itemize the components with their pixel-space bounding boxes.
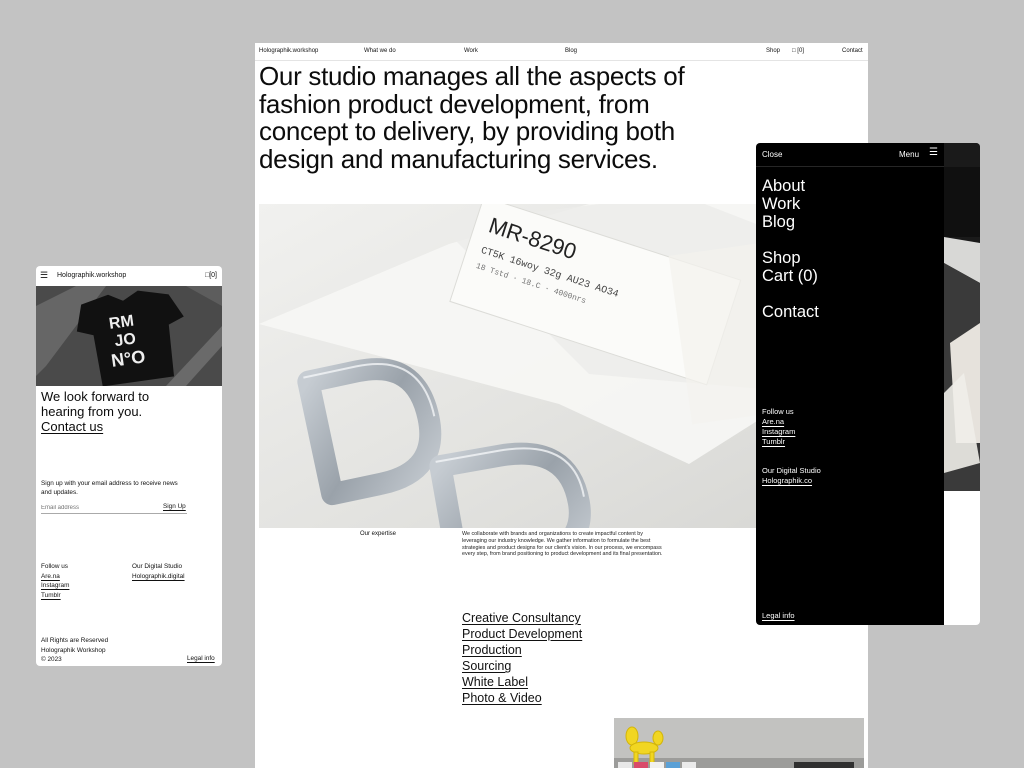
tumblr-link[interactable]: Tumblr bbox=[762, 437, 795, 447]
studio-label: Our Digital Studio bbox=[762, 466, 821, 475]
brand-link[interactable]: Holographik.workshop bbox=[259, 48, 318, 54]
mobile-studio: Our Digital Studio Holographik.digital bbox=[132, 562, 185, 581]
hero-statement: Our studio manages all the aspects of fa… bbox=[259, 61, 685, 174]
nav-what-we-do[interactable]: What we do bbox=[364, 48, 396, 54]
contact-us-link[interactable]: Contact us bbox=[41, 419, 149, 434]
tumblr-link[interactable]: Tumblr bbox=[41, 591, 69, 601]
follow-label: Follow us bbox=[41, 563, 68, 570]
copyright: All Rights are Reserved Holographik Work… bbox=[41, 637, 109, 663]
nav-shop[interactable]: Shop bbox=[766, 48, 780, 54]
legal-info-link[interactable]: Legal info bbox=[762, 611, 795, 621]
newsletter-text: Sign up with your email address to recei… bbox=[41, 480, 178, 496]
mobile-brand[interactable]: Holographik.workshop bbox=[57, 272, 126, 279]
menu-header: Close Menu ☰ bbox=[756, 143, 944, 167]
mobile-cart[interactable]: □[0] bbox=[205, 272, 217, 279]
menu-label: Menu bbox=[899, 150, 920, 159]
mobile-page: ☰ Holographik.workshop □[0] RM JO N°O We… bbox=[36, 266, 222, 666]
svg-text:RM: RM bbox=[108, 313, 135, 333]
service-link-sourcing[interactable]: Sourcing bbox=[462, 658, 582, 674]
follow-label: Follow us bbox=[762, 407, 794, 416]
instagram-link[interactable]: Instagram bbox=[41, 581, 69, 591]
studio-label: Our Digital Studio bbox=[132, 563, 183, 570]
nav-contact[interactable]: Contact bbox=[842, 48, 863, 54]
arena-link[interactable]: Are.na bbox=[41, 572, 69, 582]
hamburger-icon[interactable]: ☰ bbox=[40, 271, 48, 280]
menu-item-work[interactable]: Work bbox=[762, 195, 819, 213]
service-link-photo-video[interactable]: Photo & Video bbox=[462, 690, 582, 706]
menu-links: About Work Blog Shop Cart (0) Contact bbox=[762, 177, 819, 321]
service-link-white-label[interactable]: White Label bbox=[462, 674, 582, 690]
menu-overlay-page: Close Menu ☰ About Work Blog Shop Cart (… bbox=[756, 143, 980, 625]
bag-icon: □ bbox=[792, 48, 796, 54]
close-menu-button[interactable]: Close bbox=[762, 150, 782, 159]
studio-link[interactable]: Holographik.co bbox=[762, 476, 821, 486]
service-link-creative-consultancy[interactable]: Creative Consultancy bbox=[462, 610, 582, 626]
menu-item-contact[interactable]: Contact bbox=[762, 303, 819, 321]
nav-work[interactable]: Work bbox=[464, 48, 478, 54]
menu-item-cart[interactable]: Cart (0) bbox=[762, 267, 819, 285]
menu-item-shop[interactable]: Shop bbox=[762, 249, 819, 267]
background-photo bbox=[944, 143, 980, 491]
product-photo bbox=[614, 718, 864, 768]
legal-info-link[interactable]: Legal info bbox=[187, 655, 215, 662]
arena-link[interactable]: Are.na bbox=[762, 417, 795, 427]
service-link-production[interactable]: Production bbox=[462, 642, 582, 658]
nav-cart[interactable]: □ [0] bbox=[792, 48, 804, 54]
menu-item-about[interactable]: About bbox=[762, 177, 819, 195]
menu-panel: Close Menu ☰ About Work Blog Shop Cart (… bbox=[756, 143, 944, 625]
mobile-follow: Follow us Are.na Instagram Tumblr bbox=[41, 562, 69, 600]
tshirt-photo: RM JO N°O bbox=[36, 286, 222, 386]
service-link-product-development[interactable]: Product Development bbox=[462, 626, 582, 642]
services-list: Creative Consultancy Product Development… bbox=[462, 610, 582, 706]
expertise-label: Our expertise bbox=[360, 531, 397, 537]
menu-studio: Our Digital Studio Holographik.co bbox=[762, 466, 821, 486]
menu-follow: Follow us Are.na Instagram Tumblr bbox=[762, 407, 795, 447]
instagram-link[interactable]: Instagram bbox=[762, 427, 795, 437]
sign-up-button[interactable]: Sign Up bbox=[163, 503, 186, 510]
mobile-headline: We look forward to hearing from you. Con… bbox=[41, 389, 150, 434]
hamburger-icon[interactable]: ☰ bbox=[929, 148, 938, 158]
mobile-header: ☰ Holographik.workshop □[0] bbox=[36, 266, 222, 286]
top-nav: Holographik.workshop What we do Work Blo… bbox=[255, 43, 868, 61]
nav-blog[interactable]: Blog bbox=[565, 48, 577, 54]
menu-item-blog[interactable]: Blog bbox=[762, 213, 819, 231]
studio-link[interactable]: Holographik.digital bbox=[132, 572, 185, 582]
expertise-description: We collaborate with brands and organizat… bbox=[462, 531, 663, 558]
